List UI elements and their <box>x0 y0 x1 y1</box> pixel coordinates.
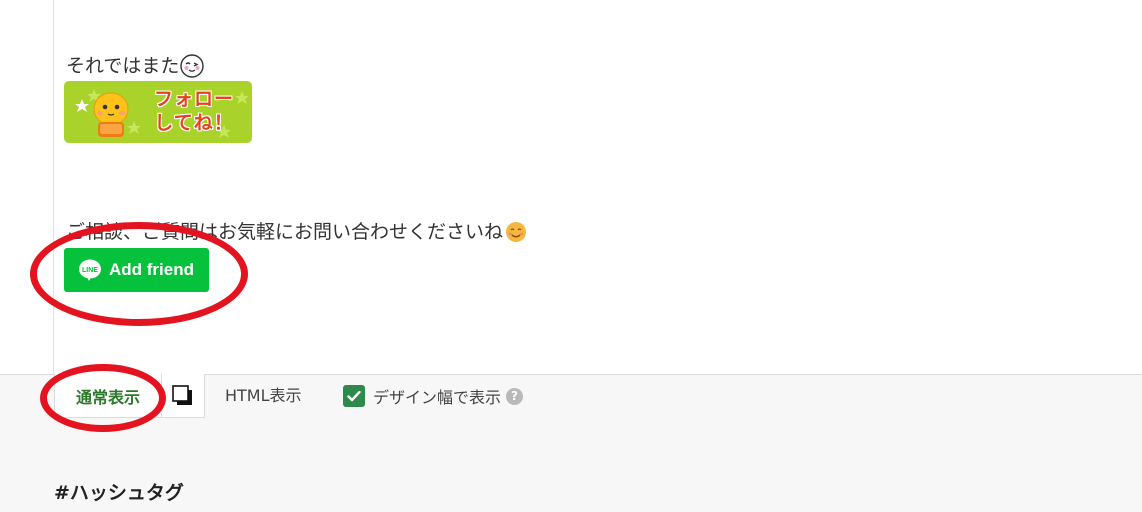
design-width-option[interactable]: デザイン幅で表示 ? <box>343 384 524 408</box>
follow-me-banner[interactable]: フォロー してね！ <box>64 81 252 143</box>
line-logo-icon: LINE <box>79 259 101 281</box>
square-layers-icon <box>172 384 192 405</box>
follow-banner-line1: フォロー <box>153 88 234 110</box>
line-add-friend-button[interactable]: LINE Add friend <box>64 248 209 292</box>
closing-text-line: それではまた <box>66 54 205 78</box>
article-editor-body[interactable]: それではまた フォロー してね！ ご相談、ご質問はお気軽にお問い合わせくださいね… <box>0 0 1142 375</box>
contact-text: ご相談、ご質問はお気軽にお問い合わせくださいね <box>66 221 504 243</box>
mascot-character-icon <box>93 92 129 137</box>
contact-text-line: ご相談、ご質問はお気軽にお問い合わせくださいね <box>66 220 527 244</box>
help-glyph: ? <box>511 389 518 403</box>
tab-html-view[interactable]: HTML表示 <box>225 384 302 408</box>
tab-square-toggle[interactable] <box>162 374 205 418</box>
follow-banner-line2: してね！ <box>154 112 234 134</box>
tab-normal-view-label: 通常表示 <box>75 387 140 407</box>
design-width-label: デザイン幅で表示 <box>373 388 502 407</box>
smiling-face-icon <box>506 222 527 242</box>
wink-face-icon <box>180 54 205 78</box>
closing-text: それではまた <box>66 55 180 77</box>
editor-gutter-line <box>53 0 54 374</box>
checkmark-icon <box>347 390 361 402</box>
follow-banner-text: フォロー してね！ <box>144 87 244 135</box>
design-width-checkbox[interactable] <box>343 385 365 407</box>
tab-normal-view[interactable]: 通常表示 <box>54 374 162 418</box>
line-logo-text: LINE <box>82 267 98 274</box>
help-icon[interactable]: ? <box>506 387 524 405</box>
line-add-friend-label: Add friend <box>109 260 194 279</box>
hashtag-section-heading: #ハッシュタグ <box>54 482 184 504</box>
